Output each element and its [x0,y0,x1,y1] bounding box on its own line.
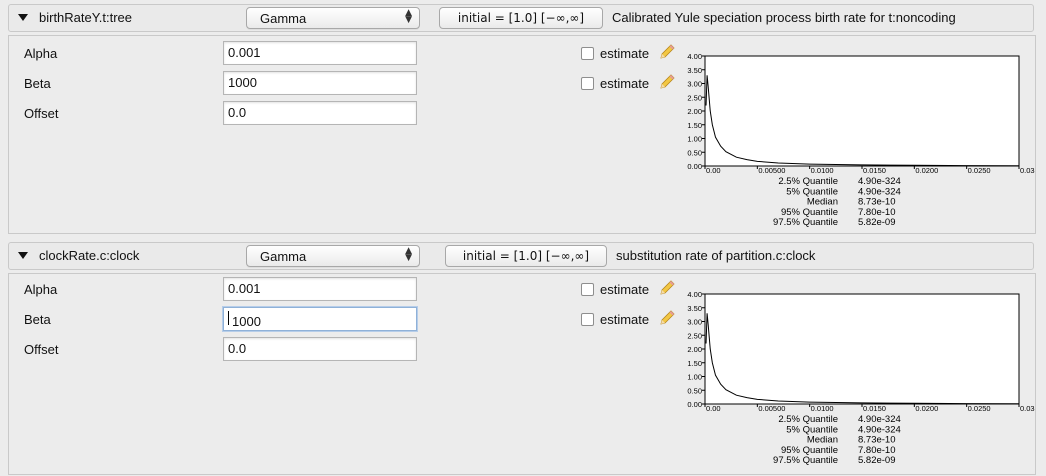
x-tick-label: 0.0200 [915,404,938,413]
distribution-value: Gamma [260,11,307,26]
offset-input-value: 0.0 [228,341,247,356]
initial-button[interactable]: initial = [1.0] [−∞,∞] [445,245,607,267]
y-tick-label: 0.50 [687,148,702,157]
beta-input-value: 1000 [232,314,261,329]
pencil-icon[interactable] [659,310,675,326]
alpha-input-value: 0.001 [228,281,261,296]
y-tick-label: 4.00 [687,292,702,299]
alpha-input-value: 0.001 [228,45,261,60]
param-label-offset: Offset [24,342,59,357]
x-tick-label: 0.0250 [968,404,991,413]
estimate-checkbox-alpha[interactable] [581,283,594,296]
param-label-alpha: Alpha [24,282,58,297]
quantile-label: 97.5% Quantile [773,217,838,228]
y-tick-label: 0.00 [687,400,702,409]
offset-input[interactable]: 0.0 [223,101,417,125]
y-tick-label: 0.50 [687,386,702,395]
quantile-label: 97.5% Quantile [773,455,838,466]
x-tick-label: 0.0150 [863,404,886,413]
estimate-checkbox-beta[interactable] [581,77,594,90]
y-tick-label: 3.50 [687,66,702,75]
x-tick-label: 0.0100 [811,404,834,413]
pencil-icon[interactable] [659,44,675,60]
y-tick-label: 2.50 [687,331,702,340]
x-tick-label: 0.00500 [758,404,785,413]
beta-input[interactable]: 1000 [223,307,417,331]
collapse-triangle-icon[interactable] [18,252,28,259]
y-tick-label: 0.00 [687,162,702,171]
y-tick-label: 4.00 [687,54,702,61]
prior-description: Calibrated Yule speciation process birth… [612,10,956,25]
prior-header: birthRateY.t:tree Gamma ▲ ▼ initial = [1.… [8,4,1034,32]
chart-svg: 0.00 0.50 1.00 1.50 2.00 2.50 3.00 3.50 4.00 0.00… [687,52,1035,228]
y-tick-label: 1.50 [687,359,702,368]
offset-input[interactable]: 0.0 [223,337,417,361]
y-tick-label: 2.00 [687,107,702,116]
updown-arrows-icon: ▲ ▼ [405,8,412,25]
y-tick-label: 2.50 [687,93,702,102]
prior-description: substitution rate of partition.c:clock [616,248,816,263]
param-label-beta: Beta [24,76,51,91]
x-tick-label: 0.03 [1020,404,1035,413]
y-tick-label: 1.50 [687,121,702,130]
y-tick-label: 2.00 [687,345,702,354]
estimate-label-alpha[interactable]: estimate [600,46,649,61]
distribution-select[interactable]: Gamma ▲ ▼ [246,245,420,267]
x-tick-label: 0.0100 [811,166,834,175]
x-tick-label: 0.00 [706,166,721,175]
x-tick-label: 0.00500 [758,166,785,175]
pencil-icon[interactable] [659,74,675,90]
estimate-label-alpha[interactable]: estimate [600,282,649,297]
estimate-checkbox-beta[interactable] [581,313,594,326]
x-tick-label: 0.00 [706,404,721,413]
distribution-select[interactable]: Gamma ▲ ▼ [246,7,420,29]
prior-name: clockRate.c:clock [39,248,140,263]
param-label-beta: Beta [24,312,51,327]
quantile-value: 5.82e-09 [858,455,896,466]
param-label-offset: Offset [24,106,59,121]
distribution-chart: 0.00 0.50 1.00 1.50 2.00 2.50 3.00 3.50 4.00 0.00… [680,52,1035,235]
text-caret [228,311,229,325]
chart-svg: 0.00 0.50 1.00 1.50 2.00 2.50 3.00 3.50 4.00 0.00… [687,290,1035,466]
pencil-icon[interactable] [659,280,675,296]
beta-input-text: 1000 [228,311,261,329]
initial-button[interactable]: initial = [1.0] [−∞,∞] [439,7,603,29]
y-tick-label: 1.00 [687,373,702,382]
alpha-input[interactable]: 0.001 [223,41,417,65]
prior-header: clockRate.c:clock Gamma ▲ ▼ initial = [1.… [8,242,1034,270]
y-tick-label: 3.00 [687,318,702,327]
offset-input-value: 0.0 [228,105,247,120]
y-tick-label: 3.00 [687,80,702,89]
prior-name: birthRateY.t:tree [39,10,132,25]
estimate-label-beta[interactable]: estimate [600,76,649,91]
x-tick-label: 0.0250 [968,166,991,175]
distribution-chart: 0.00 0.50 1.00 1.50 2.00 2.50 3.00 3.50 4.00 0.00… [680,290,1035,473]
estimate-checkbox-alpha[interactable] [581,47,594,60]
x-tick-label: 0.0200 [915,166,938,175]
x-tick-label: 0.03 [1020,166,1035,175]
updown-arrows-icon: ▲ ▼ [405,246,412,263]
y-tick-label: 1.00 [687,135,702,144]
collapse-triangle-icon[interactable] [18,14,28,21]
distribution-value: Gamma [260,249,307,264]
estimate-label-beta[interactable]: estimate [600,312,649,327]
y-tick-label: 3.50 [687,304,702,313]
plot-area [704,55,1020,167]
beta-input-value: 1000 [228,75,257,90]
quantile-value: 5.82e-09 [858,217,896,228]
alpha-input[interactable]: 0.001 [223,277,417,301]
beta-input[interactable]: 1000 [223,71,417,95]
plot-area [704,293,1020,405]
x-tick-label: 0.0150 [863,166,886,175]
param-label-alpha: Alpha [24,46,58,61]
